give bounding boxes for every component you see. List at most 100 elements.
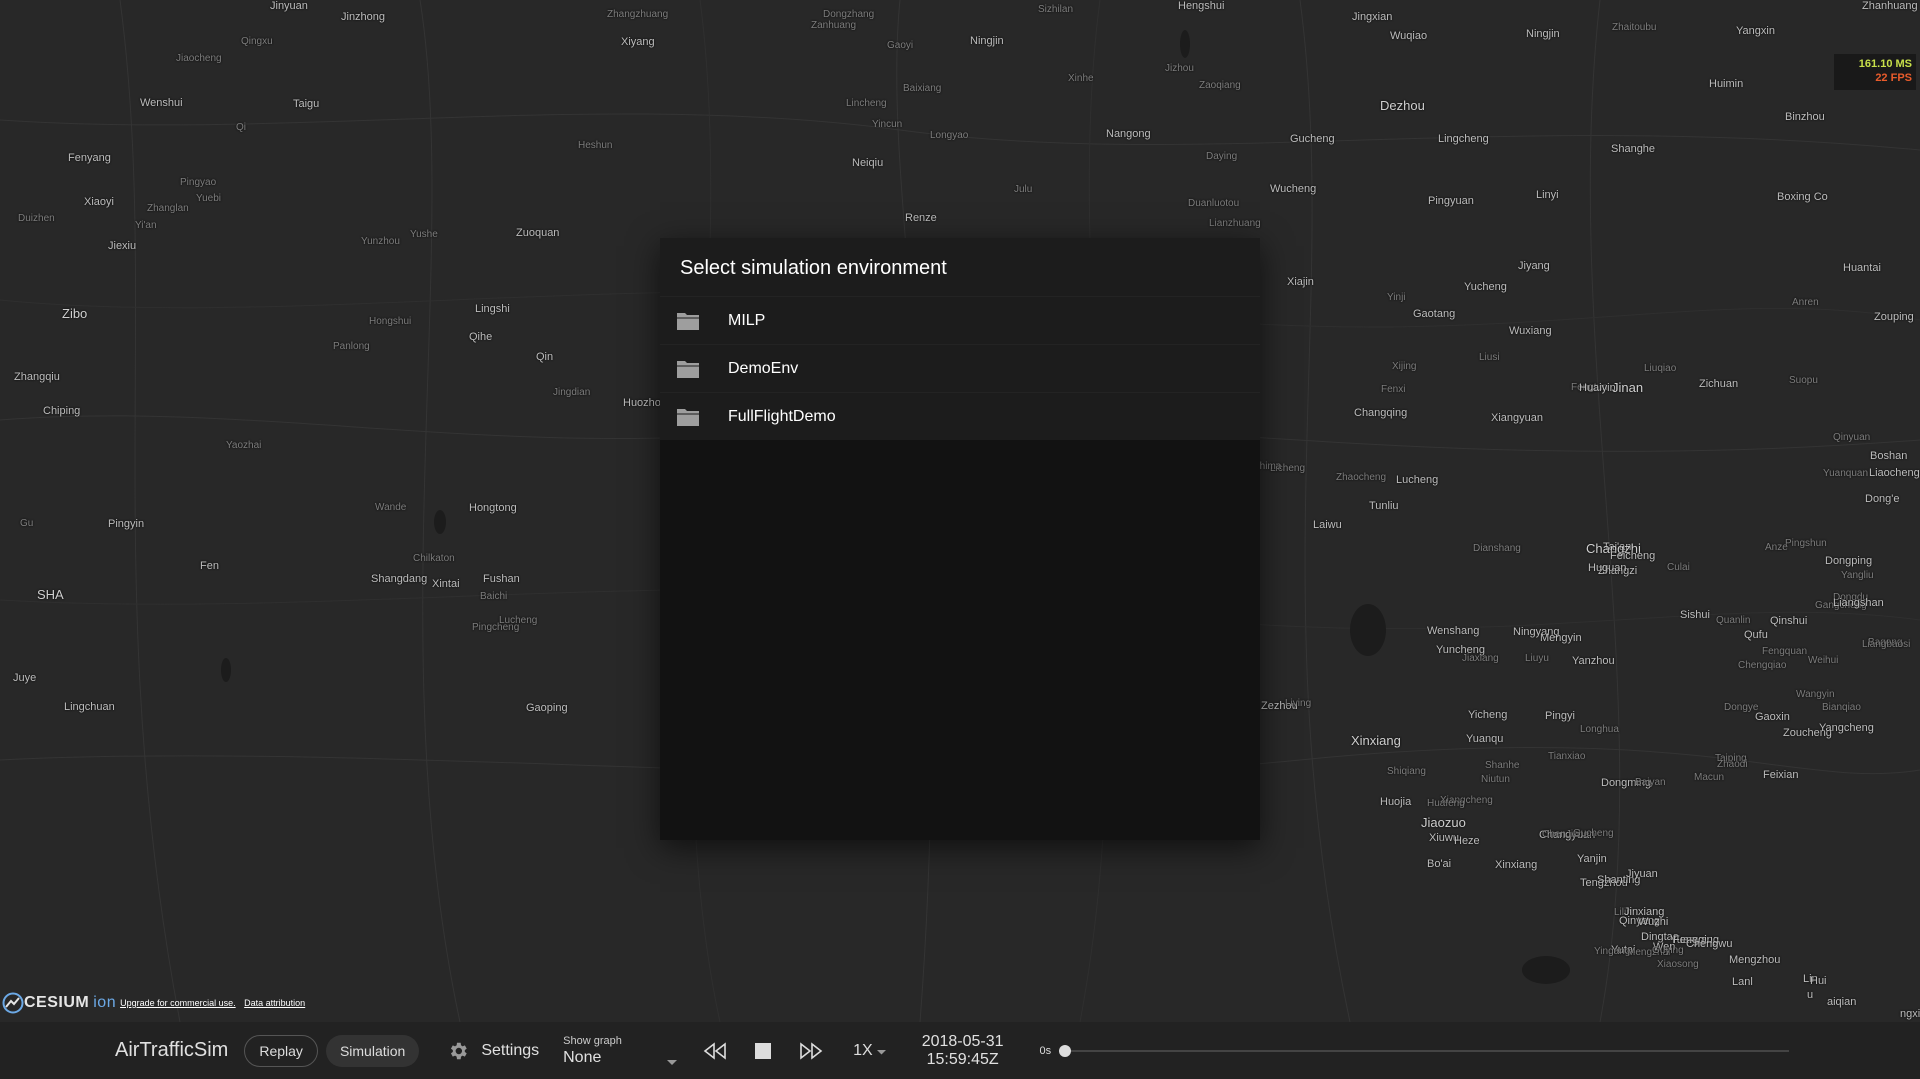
city-label: Yinji: [1387, 292, 1406, 303]
city-label: Huojia: [1380, 796, 1412, 808]
city-label: Zaoqiang: [1199, 80, 1241, 91]
replay-button[interactable]: Replay: [244, 1034, 318, 1067]
timeline-track: [1059, 1049, 1790, 1052]
settings-button[interactable]: Settings: [447, 1040, 539, 1062]
rewind-icon: [703, 1041, 726, 1060]
city-label: Longhua: [1580, 724, 1619, 735]
upgrade-link[interactable]: Upgrade for commercial use.: [120, 998, 236, 1008]
city-label: Jiaocheng: [176, 53, 222, 64]
show-graph-select[interactable]: Show graph None: [563, 1035, 678, 1067]
city-label: Taigu: [293, 98, 320, 110]
city-label: Feicheng: [1610, 550, 1656, 562]
app-title: AirTrafficSim: [115, 1039, 229, 1061]
city-label: Heshun: [578, 140, 613, 151]
city-label: Liangbaosi: [1862, 639, 1911, 650]
city-label: Heze: [1454, 835, 1480, 847]
city-label: Pingyuan: [1428, 195, 1474, 207]
city-label: Changqing: [1354, 407, 1408, 419]
city-label: Zhaocheng: [1336, 472, 1387, 483]
data-attribution-link[interactable]: Data attribution: [244, 998, 305, 1008]
city-label: Xinhe: [1068, 73, 1094, 84]
city-label: Sizhilan: [1038, 4, 1074, 15]
city-label: Bo'ai: [1427, 858, 1452, 870]
city-label: Huantai: [1843, 262, 1881, 274]
city-label: Xintai: [432, 578, 460, 590]
city-label: Wande: [375, 502, 407, 513]
dialog-title: Select simulation environment: [660, 238, 1260, 296]
cesium-credits: CESIUM ion Upgrade for commercial use. D…: [2, 992, 311, 1014]
city-label: Yaozhai: [226, 440, 262, 451]
city-label: Xiyang: [621, 36, 655, 48]
city-label: Chiping: [43, 405, 81, 417]
env-item-milp[interactable]: MILP: [660, 296, 1260, 344]
elapsed-time: 0s: [1039, 1044, 1052, 1057]
city-label: Dongping: [1825, 555, 1873, 567]
city-label: Hengshui: [1178, 0, 1225, 12]
city-label: Julu: [1014, 184, 1033, 195]
env-item-fullflightdemo[interactable]: FullFlightDemo: [660, 392, 1260, 440]
chevron-down-icon: [667, 1053, 678, 1071]
city-label: Niutun: [1481, 774, 1510, 785]
simulation-button[interactable]: Simulation: [325, 1034, 420, 1067]
city-label: Zichuan: [1699, 378, 1739, 390]
city-label: Ningjin: [1526, 28, 1560, 40]
city-label: Shiqiang: [1387, 766, 1426, 777]
city-label: Xijing: [1392, 361, 1417, 372]
env-item-label: FullFlightDemo: [728, 407, 836, 425]
city-label: Suopu: [1789, 375, 1818, 386]
city-label: Pingshun: [1785, 538, 1827, 549]
bottom-toolbar: AirTrafficSim Replay Simulation Settings…: [0, 1022, 1920, 1079]
fast-forward-button[interactable]: [799, 1041, 823, 1060]
cesium-logo[interactable]: CESIUM ion: [2, 992, 116, 1014]
city-label: u: [1807, 989, 1814, 1001]
city-label: Lingcheng: [1438, 133, 1489, 145]
city-label: Yangcheng: [1819, 722, 1874, 734]
fps-counter: 22 FPS: [1875, 72, 1912, 84]
city-label: Quanlin: [1716, 615, 1751, 626]
city-label: Yanjin: [1577, 853, 1607, 865]
city-label: Anren: [1792, 297, 1819, 308]
city-label: Xiangyuan: [1491, 412, 1543, 424]
city-label: Liying: [1285, 698, 1312, 709]
city-label: Yangliu: [1841, 570, 1874, 581]
rewind-button[interactable]: [703, 1041, 727, 1060]
city-label: Zhaitoubu: [1612, 22, 1657, 33]
city-label: Yushe: [410, 229, 438, 240]
city-label: Yunzhou: [361, 236, 400, 247]
city-label: Dezhou: [1380, 98, 1425, 113]
env-item-demoenv[interactable]: DemoEnv: [660, 344, 1260, 392]
city-label: Jiyang: [1518, 260, 1550, 272]
city-label: Qin: [536, 351, 554, 363]
city-label: Wenshang: [1427, 625, 1480, 637]
city-label: Ningjin: [970, 35, 1004, 47]
city-label: Weihui: [1808, 655, 1839, 666]
city-label: Gaotang: [1413, 308, 1456, 320]
city-label: Yuanquan: [1823, 468, 1869, 479]
city-label: Jinan: [1612, 380, 1644, 395]
city-label: Xiajin: [1287, 276, 1314, 288]
timeline-thumb[interactable]: [1059, 1044, 1072, 1057]
city-label: Chengqiao: [1738, 660, 1787, 671]
city-label: Wuqiao: [1390, 30, 1428, 42]
city-label: Xinxiang: [1351, 733, 1401, 748]
speed-select[interactable]: 1X: [853, 1042, 886, 1060]
city-label: Gucheng: [1573, 828, 1614, 839]
city-label: Fen: [200, 560, 219, 572]
folder-icon: [676, 407, 700, 427]
gear-icon: [447, 1040, 469, 1062]
city-label: Culai: [1667, 562, 1690, 573]
folder-icon: [676, 311, 700, 331]
city-label: Jizhou: [1165, 63, 1194, 74]
city-label: Gu: [20, 518, 34, 529]
city-label: Fenyang: [68, 152, 111, 164]
environment-list: MILP DemoEnv FullFlightDemo: [660, 296, 1260, 440]
city-label: Shangdang: [371, 573, 428, 585]
timeline-slider[interactable]: [1059, 1044, 1790, 1057]
city-label: Chengwu: [1686, 938, 1733, 950]
city-label: Qi: [236, 122, 246, 133]
city-label: Mengyin: [1540, 632, 1582, 644]
stop-button[interactable]: [755, 1042, 772, 1059]
city-label: Gaoyi: [887, 40, 914, 51]
city-label: Duanluotou: [1188, 198, 1240, 209]
city-label: Qinshui: [1770, 615, 1808, 627]
